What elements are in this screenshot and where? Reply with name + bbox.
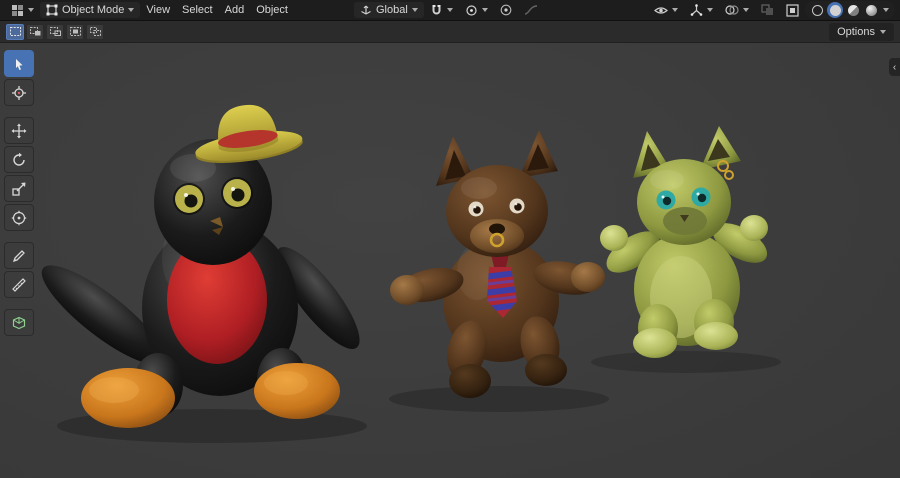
editor-type-icon [12,4,23,16]
tool-add-cube[interactable] [4,309,34,336]
mode-label: Object Mode [62,4,125,16]
tool-settings-bar: Options [0,21,900,43]
shading-wireframe-button[interactable] [809,2,825,18]
add-cube-icon [12,316,26,329]
select-subtract-icon [49,27,61,36]
tool-select-box[interactable] [4,50,34,77]
menu-add[interactable]: Add [219,2,251,18]
shading-solid-button[interactable] [827,2,843,18]
select-invert-icon [69,27,81,36]
chevron-down-icon [743,8,749,12]
select-mode-invert[interactable] [66,23,84,40]
menu-select[interactable]: Select [176,2,219,18]
select-set-icon [9,27,21,36]
proportional-editing-toggle[interactable] [494,2,518,18]
shading-rendered-button[interactable] [863,2,879,18]
tool-measure[interactable] [4,271,34,298]
shading-wireframe-icon [811,4,823,16]
chevron-down-icon [707,8,713,12]
chevron-down-icon [128,8,135,12]
shading-material-icon [847,4,859,16]
chevron-left-icon: ‹ [892,61,897,73]
select-box-icon [16,58,23,70]
transform-orientation-dropdown[interactable]: Global [353,2,424,18]
cat-shadow [591,351,781,373]
falloff-curve-icon-wrap [518,2,544,18]
viewport-shading-group [805,1,895,19]
xray-toggle[interactable] [755,2,780,18]
xray-icon [761,4,773,15]
rotate-icon [13,152,25,166]
chevron-down-icon [883,8,889,12]
menu-view[interactable]: View [140,2,176,18]
shading-solid-icon [829,4,841,16]
tool-scale[interactable] [4,175,34,202]
visibility-eye-icon [654,6,668,14]
viewport-header: Object Mode View Select Add Object Globa… [0,0,900,21]
orientation-icon [361,5,371,15]
cat-left-foot [633,328,677,358]
bear-shadow [389,386,609,412]
editor-type-button[interactable] [5,2,40,19]
tool-annotate[interactable] [4,242,34,269]
select-extend-icon [29,27,40,36]
tool-transform[interactable] [4,204,34,231]
move-icon [11,123,27,138]
snap-magnet-icon [432,4,441,14]
pivot-point-button[interactable] [459,2,494,19]
options-label: Options [837,25,875,38]
proportional-editing-icon [500,4,512,16]
toolbar [4,50,34,336]
show-object-types-dropdown[interactable] [648,3,684,18]
chevron-down-icon [28,8,34,12]
object-mode-icon [46,4,58,16]
falloff-curve-icon [524,5,537,15]
pivot-point-icon [466,4,477,16]
select-mode-set[interactable] [6,23,24,40]
scale-icon [12,182,26,196]
options-dropdown[interactable]: Options [829,22,894,41]
shading-dropdown[interactable] [881,6,891,14]
tool-cursor[interactable] [4,79,34,106]
blender-window: { "app": { "name": "Blender", "editor": … [0,0,900,478]
chevron-down-icon [672,8,678,12]
overlays-icon [725,5,739,15]
viewport-3d[interactable] [0,0,900,478]
cat-right-foot [694,322,738,350]
render-region-icon [786,3,799,17]
tool-rotate[interactable] [4,146,34,173]
select-mode-extend[interactable] [26,23,44,40]
render-region-button[interactable] [780,2,805,19]
chevron-down-icon [880,29,886,34]
annotate-pen-icon [12,249,25,262]
select-mode-intersect[interactable] [86,23,104,40]
chevron-down-icon [446,8,453,12]
overlays-dropdown[interactable] [719,2,755,18]
measure-ruler-icon [12,277,26,292]
select-intersect-icon [89,27,101,36]
cursor-3d-icon [12,85,26,100]
gizmo-icon [690,3,703,16]
orientation-label: Global [375,4,408,16]
transform-icon [11,210,27,225]
chevron-down-icon [411,8,418,12]
menu-object[interactable]: Object [250,2,294,18]
shading-rendered-icon [865,4,877,16]
shading-material-button[interactable] [845,2,861,18]
mode-dropdown[interactable]: Object Mode [40,2,141,18]
snapping-button[interactable] [424,2,459,19]
gizmos-dropdown[interactable] [684,2,719,19]
sidebar-toggle[interactable]: ‹ [889,58,900,76]
tool-move[interactable] [4,117,34,144]
select-mode-subtract[interactable] [46,23,64,40]
chevron-down-icon [481,8,488,12]
